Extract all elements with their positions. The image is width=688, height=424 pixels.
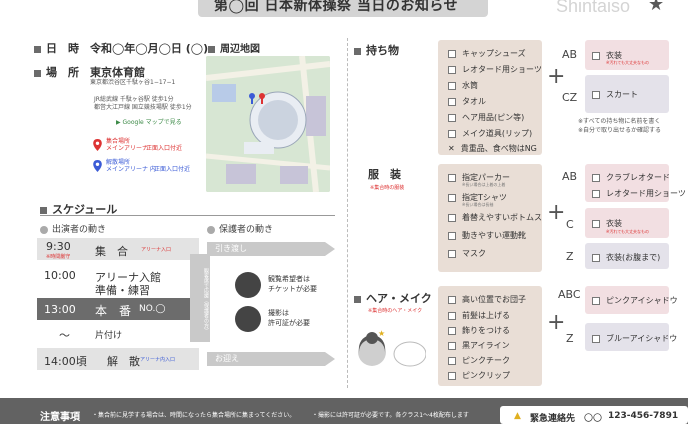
class-code: C bbox=[566, 218, 574, 231]
emergency-label: 緊急連絡先 bbox=[530, 414, 576, 424]
pickup-bar: お迎え bbox=[207, 352, 335, 366]
photo-note-1: 撮影は bbox=[268, 309, 289, 317]
date-value: 令和◯年◯月◯日 (◯) bbox=[90, 42, 209, 55]
schedule-rule bbox=[40, 215, 335, 216]
hairmake-item[interactable]: 前髪は上げる bbox=[448, 310, 510, 321]
page-title: 第◯回 日本新体操祭 当日のお知らせ bbox=[214, 0, 459, 14]
class-code: AB bbox=[562, 170, 578, 183]
clothes-item[interactable]: マスク bbox=[448, 248, 486, 259]
guardians-heading: 保護者の動き bbox=[207, 222, 273, 235]
meeting-entrance: 正面入口付近 bbox=[146, 145, 183, 152]
warning-icon: ▲ bbox=[514, 411, 521, 421]
belongings-note-1: ※すべての持ち物に名前を書く bbox=[578, 118, 661, 125]
class-code: Z bbox=[566, 332, 574, 345]
schedule-row-meeting: 9:30 ※時間厳守 集 合 アリーナ入口 bbox=[37, 238, 199, 260]
place-label: 場 所 bbox=[34, 64, 79, 80]
clothes-sub: ※集合時の服装 bbox=[370, 185, 405, 191]
dismiss-entrance: 正面入口付近 bbox=[154, 166, 191, 173]
address: 東京都渋谷区千駄ヶ谷1−17−1 bbox=[90, 79, 176, 86]
emergency-number: 123-456-7891 bbox=[608, 411, 679, 421]
place-value: 東京体育館 bbox=[90, 66, 145, 79]
plus-icon: + bbox=[547, 310, 566, 335]
viewing-note-1: 観覧希望者は bbox=[268, 275, 310, 283]
class-item[interactable]: クラブレオタード bbox=[592, 172, 670, 183]
belongings-note-2: ※自分で取り出せるか確認する bbox=[578, 127, 662, 134]
class-item[interactable]: ピンクアイシャドウ bbox=[592, 295, 678, 306]
clothes-item[interactable]: 着替えやすいボトムス bbox=[448, 212, 542, 223]
belongings-item[interactable]: 水筒 bbox=[448, 80, 478, 91]
guardian-vertical-bar: 観客席で応援（保護者の方） bbox=[190, 254, 210, 342]
schedule-row-dismiss: 14:00頃 解 散 アリーナ内入口 bbox=[37, 348, 199, 370]
footer: 注意事項 ・集合前に見学する場合は、時間になったら集合場所に集まってください。 … bbox=[0, 398, 688, 424]
performers-heading: 出演者の動き bbox=[40, 222, 106, 235]
class-code: CZ bbox=[562, 91, 578, 104]
pin-blue-icon bbox=[93, 160, 102, 172]
column-divider bbox=[347, 38, 348, 388]
ticket-icon bbox=[235, 272, 261, 298]
belongings-item-ng[interactable]: ✕ 貴重品、食べ物はNG bbox=[448, 143, 537, 154]
class-code: AB bbox=[562, 48, 578, 61]
clothes-item[interactable]: 指定パーカー ※長い場合は上着の上着 bbox=[448, 172, 510, 187]
notes-heading: 注意事項 bbox=[40, 412, 80, 423]
belongings-heading: 持ち物 bbox=[354, 42, 399, 58]
belongings-item[interactable]: メイク道具(リップ) bbox=[448, 128, 532, 139]
photo-note-2: 許可証が必要 bbox=[268, 319, 310, 327]
handover-bar: 引き渡し bbox=[207, 242, 335, 256]
hairmake-item[interactable]: 飾りをつける bbox=[448, 325, 510, 336]
schedule-row-performance: 13:00 本 番 NO.◯ bbox=[37, 298, 199, 320]
camera-icon bbox=[235, 306, 261, 332]
hairmake-item[interactable]: 黒アイライン bbox=[448, 340, 510, 351]
map-link[interactable]: ▶ Google マップで見る bbox=[116, 117, 182, 126]
hairmake-item[interactable]: ピンクチーク bbox=[448, 355, 510, 366]
clothes-item[interactable]: 指定Tシャツ ※長い場合は長袖 bbox=[448, 192, 507, 207]
pin-red-icon bbox=[93, 139, 102, 151]
hairmake-heading: ヘア・メイク bbox=[354, 290, 432, 306]
access-oedo: 都営大江戸線 国立競技場駅 徒歩1分 bbox=[94, 104, 192, 111]
class-code: ABC bbox=[558, 288, 581, 301]
svg-text:★: ★ bbox=[378, 329, 385, 338]
hairmake-item[interactable]: 高い位置でお団子 bbox=[448, 294, 526, 305]
viewing-note-2: チケットが必要 bbox=[268, 285, 317, 293]
area-map[interactable] bbox=[206, 56, 330, 192]
schedule-row-entry: 10:00 アリーナ入館 準備・練習 bbox=[44, 269, 161, 297]
belongings-item[interactable]: タオル bbox=[448, 96, 486, 107]
clothes-item[interactable]: 動きやすい運動靴 bbox=[448, 230, 526, 241]
title-bar: 第◯回 日本新体操祭 当日のお知らせ bbox=[198, 0, 488, 17]
class-item-note: ※汚れても大丈夫なもの bbox=[606, 60, 650, 65]
plus-icon: + bbox=[547, 64, 566, 89]
emergency-contact: ▲ 緊急連絡先 〇〇 123-456-7891 bbox=[500, 406, 688, 424]
class-item[interactable]: レオタード用ショーツ bbox=[592, 188, 686, 199]
belongings-item[interactable]: ヘア用品(ピン等) bbox=[448, 112, 524, 123]
emergency-name: 〇〇 bbox=[584, 414, 603, 424]
class-code: Z bbox=[566, 250, 574, 263]
hair-illustration: ★ bbox=[358, 329, 426, 367]
class-item[interactable]: 衣装(お腹まで) bbox=[592, 252, 660, 263]
dismiss-place: メインアリーナ 内 bbox=[106, 166, 156, 173]
belongings-item[interactable]: レオタード用ショーツ bbox=[448, 64, 542, 75]
map-heading: 周辺地図 bbox=[208, 40, 260, 55]
hairmake-sub: ※集合時のヘア・メイク bbox=[368, 308, 423, 314]
clothes-heading: 服 装 bbox=[368, 168, 401, 181]
class-item[interactable]: ブルーアイシャドウ bbox=[592, 333, 677, 344]
schedule-row-cleanup: 〜 片付け bbox=[59, 329, 123, 342]
belongings-item[interactable]: キャップシューズ bbox=[448, 48, 526, 59]
star-icon: ★ bbox=[648, 0, 665, 15]
hairmake-item[interactable]: ピンクリップ bbox=[448, 370, 510, 381]
class-item[interactable]: 衣装 ※汚れても大丈夫なもの bbox=[592, 218, 649, 235]
brand-logo-text: Shintaiso bbox=[556, 0, 631, 16]
plus-icon: + bbox=[547, 200, 566, 225]
date-label: 日 時 bbox=[34, 40, 79, 56]
meeting-place: メインアリーナ bbox=[106, 145, 149, 152]
notes-text-1: ・集合前に見学する場合は、時間になったら集合場所に集まってください。 bbox=[92, 412, 296, 419]
notes-text-2: ・撮影には許可証が必要です。各クラス1〜4枚配布します bbox=[312, 412, 469, 419]
class-item[interactable]: スカート bbox=[592, 89, 638, 100]
